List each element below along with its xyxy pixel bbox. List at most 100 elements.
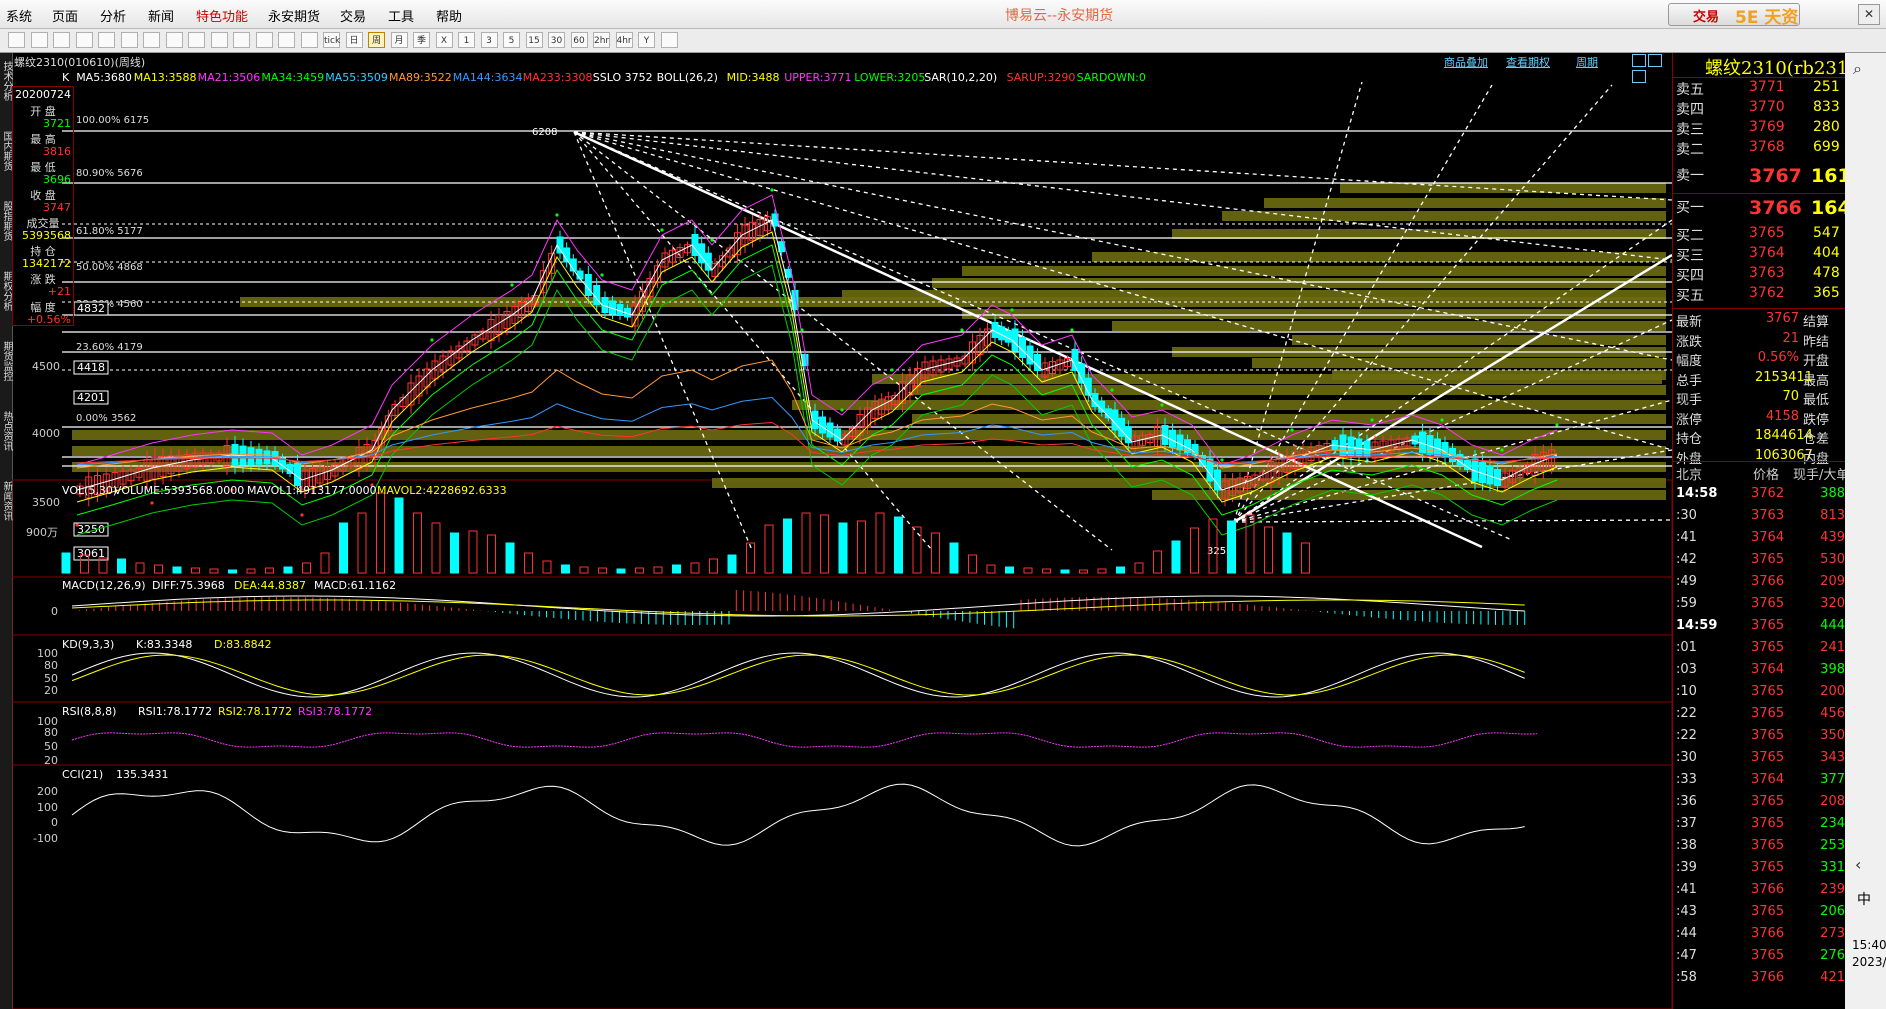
1-icon[interactable]: 1 <box>458 32 475 48</box>
ask-row-3-volume: 280 <box>1813 119 1840 135</box>
close-icon[interactable]: ✕ <box>1858 4 1880 25</box>
next-icon[interactable] <box>1648 54 1662 67</box>
print-icon[interactable] <box>98 32 115 48</box>
app-title: 博易云--永安期货 <box>1005 8 1114 24</box>
volume-bar <box>487 534 496 574</box>
tick-volume: 209 <box>1820 574 1845 589</box>
cci-line <box>71 783 1525 847</box>
bid-row-2: 买二 3765 547 <box>1673 225 1845 245</box>
left-tab-2[interactable]: 股指期货 <box>0 201 12 241</box>
5-icon[interactable]: 5 <box>503 32 520 48</box>
tick-price: 3765 <box>1751 618 1785 633</box>
volume-bar <box>376 492 385 574</box>
volume-bar <box>1116 566 1125 574</box>
bid-row-3-label: 买三 <box>1676 248 1704 264</box>
ask-row-5-price: 3771 <box>1749 79 1785 95</box>
home-icon[interactable] <box>30 32 48 48</box>
zoom-icon[interactable] <box>143 32 160 48</box>
stat-value: 3767 <box>1765 311 1799 326</box>
menu-help[interactable]: 帮助 <box>436 6 462 25</box>
kline-chart[interactable]: K MA5:3680 MA13:3588 MA21:3506 MA34:3459 MA55… <box>12 70 1672 1009</box>
menu-trade[interactable]: 交易 <box>340 6 366 25</box>
tick-price: 3765 <box>1751 728 1785 743</box>
calc-icon[interactable] <box>660 32 678 48</box>
30-icon[interactable]: 30 <box>548 32 565 48</box>
cci-axis-label: 0 <box>51 816 58 829</box>
volume-bar <box>949 542 959 574</box>
stat-value: 70 <box>1782 389 1799 404</box>
pen-icon[interactable] <box>188 32 205 48</box>
menu-special[interactable]: 特色功能 <box>196 6 248 25</box>
chart-icon[interactable] <box>255 32 273 48</box>
tick-time: :37 <box>1676 816 1697 831</box>
left-tab-1[interactable]: 国内期货 <box>0 131 12 171</box>
prev-icon[interactable] <box>1632 54 1646 67</box>
line-icon[interactable] <box>300 32 318 48</box>
brush-icon[interactable] <box>210 32 228 48</box>
menu-yongan[interactable]: 永安期货 <box>268 6 320 25</box>
y-icon[interactable]: Y <box>638 32 655 48</box>
tick-volume: 421 <box>1820 970 1845 985</box>
60-icon[interactable]: 60 <box>570 32 588 48</box>
filter-icon[interactable] <box>233 32 250 48</box>
stat-row: 总手 2153411 最高 <box>1673 370 1845 389</box>
options-link[interactable]: 查看期权 <box>1506 54 1550 70</box>
stat-label-2: 内盘 <box>1803 451 1830 467</box>
copy-icon[interactable] <box>165 32 183 48</box>
tick-header-vol: 现手/大单 <box>1793 468 1850 483</box>
candle <box>1071 349 1079 371</box>
tick-time: :33 <box>1676 772 1697 787</box>
menu-system[interactable]: 系统 <box>6 6 32 25</box>
volume-bar <box>801 512 811 574</box>
season-icon[interactable]: 季 <box>413 32 430 48</box>
tick-volume: 331 <box>1820 860 1845 875</box>
left-tab-6[interactable]: 新闻资讯 <box>0 481 12 521</box>
tick-row: :413764439+ <box>1673 530 1864 552</box>
volume-profile-bar <box>72 462 1666 472</box>
volume-bar <box>561 564 570 574</box>
list-icon[interactable] <box>53 32 70 48</box>
menu-tools[interactable]: 工具 <box>388 6 414 25</box>
stats-divider <box>1673 308 1845 309</box>
week-icon[interactable]: 周 <box>368 32 385 48</box>
stat-label: 最新 <box>1676 315 1703 330</box>
month-icon[interactable]: 月 <box>390 32 408 48</box>
chart-header: 螺纹2310(010610)(周线) 商品叠加 查看期权 周期 <box>12 53 1672 83</box>
x-icon[interactable]: X <box>435 32 453 48</box>
back-icon[interactable] <box>8 32 25 48</box>
menu-page[interactable]: 页面 <box>52 6 78 25</box>
ma-legend-item: K <box>62 71 70 84</box>
sar-dot <box>1440 418 1444 422</box>
15-icon[interactable]: 15 <box>525 32 543 48</box>
table-icon[interactable] <box>278 32 295 48</box>
search-icon[interactable]: ⌕ <box>1853 59 1862 79</box>
tick-volume: 530 <box>1820 552 1845 567</box>
quote-symbol: 螺纹2310(rb2310 <box>1705 58 1860 79</box>
volume-bar <box>727 554 737 574</box>
bid-row-3: 买三 3764 404 <box>1673 245 1845 265</box>
left-tab-0[interactable]: 技术分析 <box>0 61 12 101</box>
menu-news[interactable]: 新闻 <box>148 6 174 25</box>
macd-diff-line <box>71 595 1525 617</box>
day-icon[interactable]: 日 <box>345 32 363 48</box>
tick-price: 3765 <box>1751 860 1785 875</box>
tick-time: :39 <box>1676 860 1697 875</box>
search-icon[interactable] <box>120 32 138 48</box>
left-tab-4[interactable]: 期货监控 <box>0 341 12 381</box>
4h-icon[interactable]: 4hr <box>615 32 633 48</box>
left-tab-3[interactable]: 期权分析 <box>0 271 12 311</box>
volume-bar <box>1042 568 1051 574</box>
volume-profile-bar <box>962 309 1666 319</box>
oi-value: 1342172 <box>22 257 71 270</box>
period-link[interactable]: 周期 <box>1576 54 1598 70</box>
grid-icon[interactable] <box>75 32 93 48</box>
ime-indicator[interactable]: 中 <box>1857 889 1871 909</box>
stat-row: 持仓 1844614 仓差 <box>1673 428 1845 447</box>
tick-icon[interactable]: tick <box>323 32 340 48</box>
3-icon[interactable]: 3 <box>480 32 498 48</box>
chevron-left-icon[interactable]: ‹ <box>1855 855 1861 874</box>
overlay-link[interactable]: 商品叠加 <box>1444 54 1488 70</box>
left-tab-5[interactable]: 热点资讯 <box>0 411 12 451</box>
2h-icon[interactable]: 2hr <box>593 32 610 48</box>
menu-analysis[interactable]: 分析 <box>100 6 126 25</box>
